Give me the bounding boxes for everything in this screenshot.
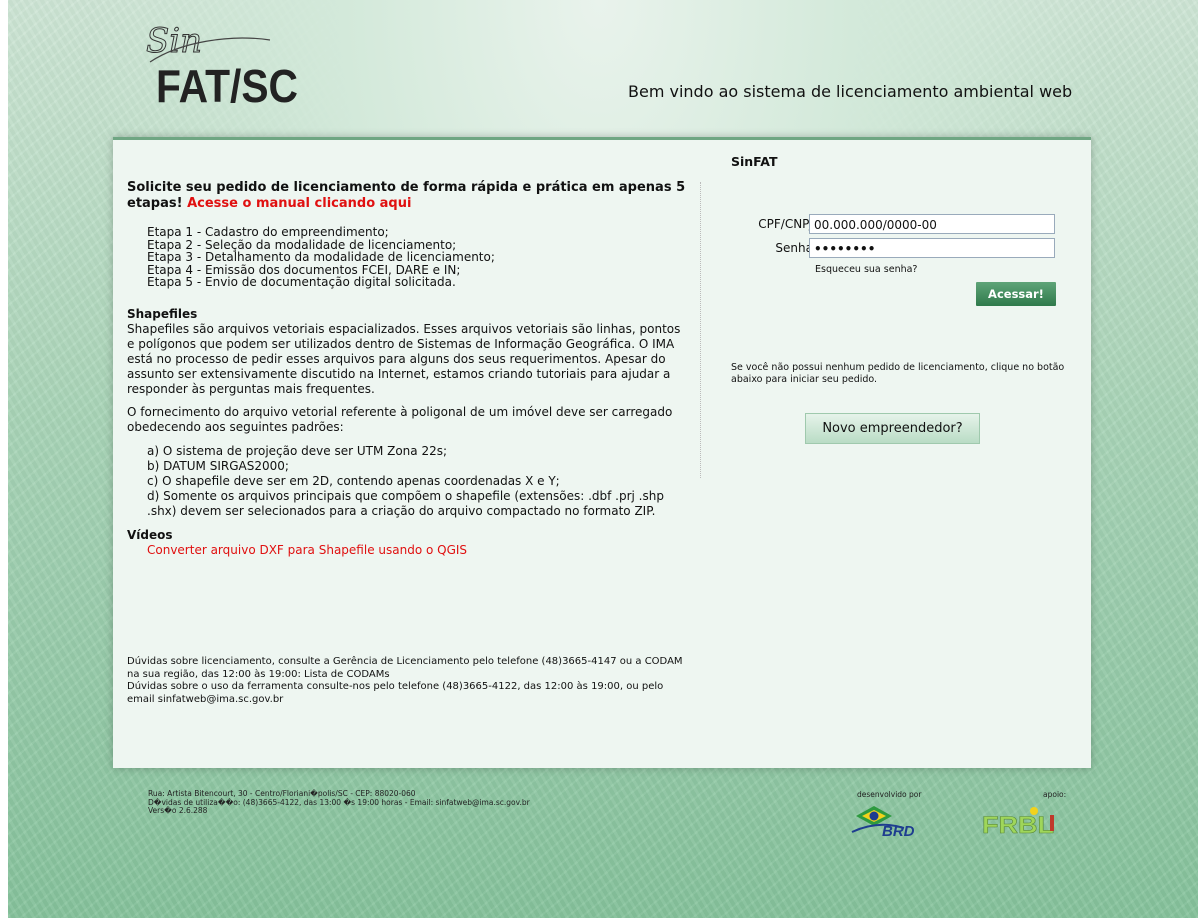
column-divider xyxy=(700,182,701,478)
new-entrepreneur-button[interactable]: Novo empreendedor? xyxy=(805,413,980,444)
intro-text: Solicite seu pedido de licenciamento de … xyxy=(127,180,687,212)
contact-info: Dúvidas sobre licenciamento, consulte a … xyxy=(127,656,687,706)
frbl-logo-text: FRBL xyxy=(982,812,1054,837)
rule-item: b) DATUM SIRGAS2000; xyxy=(147,458,289,473)
brd-logo-text: BRD xyxy=(882,823,915,840)
sinfat-logo: Sin FAT/SC xyxy=(146,22,299,107)
rule-item: d) Somente os arquivos principais que co… xyxy=(147,488,664,518)
contact-licensing: Dúvidas sobre licenciamento, consulte a … xyxy=(127,656,683,680)
window-edge xyxy=(0,0,8,918)
rule-item: a) O sistema de projeção deve ser UTM Zo… xyxy=(147,443,448,458)
developed-by-label: desenvolvido por xyxy=(857,790,922,799)
shapefiles-heading: Shapefiles xyxy=(127,306,198,321)
video-link[interactable]: Converter arquivo DXF para Shapefile usa… xyxy=(147,543,467,557)
shapefile-rules-list: a) O sistema de projeção deve ser UTM Zo… xyxy=(147,444,687,519)
login-button[interactable]: Acessar! xyxy=(976,282,1056,306)
support-label: apoio: xyxy=(1043,790,1067,799)
password-row: Senha: •••••••• xyxy=(731,238,1071,260)
brd-logo[interactable]: BRD xyxy=(848,802,928,842)
rule-item: c) O shapefile deve ser em 2D, contendo … xyxy=(147,473,560,488)
footer-info: Rua: Artista Bitencourt, 30 - Centro/Flo… xyxy=(148,789,530,816)
step-item: Etapa 1 - Cadastro do empreendimento; xyxy=(147,225,389,239)
login-title: SinFAT xyxy=(731,154,778,169)
logo-text: FAT/SC xyxy=(156,60,298,107)
frbl-logo[interactable]: FRBL xyxy=(982,805,1058,837)
contact-tool: Dúvidas sobre o uso da ferramenta consul… xyxy=(127,681,664,705)
new-user-message: Se você não possui nenhum pedido de lice… xyxy=(731,362,1065,385)
logo-script-text: Sin xyxy=(146,22,202,61)
manual-link[interactable]: Acesse o manual clicando aqui xyxy=(187,196,411,211)
videos-heading: Vídeos xyxy=(127,527,173,542)
shapefiles-requirements-paragraph: O fornecimento do arquivo vetorial refer… xyxy=(127,404,673,434)
footer-version: Vers�o 2.6.288 xyxy=(148,806,208,815)
login-column: SinFAT CPF/CNPJ: 00.000.000/0000-00 Senh… xyxy=(731,154,1071,444)
steps-list: Etapa 1 - Cadastro do empreendimento; Et… xyxy=(147,226,687,289)
main-panel: Solicite seu pedido de licenciamento de … xyxy=(113,137,1091,768)
shapefiles-paragraph: Shapefiles são arquivos vetoriais espaci… xyxy=(127,321,681,396)
password-input[interactable]: •••••••• xyxy=(809,238,1055,258)
welcome-text: Bem vindo ao sistema de licenciamento am… xyxy=(628,82,1073,101)
info-column: Solicite seu pedido de licenciamento de … xyxy=(127,180,687,558)
step-item: Etapa 3 - Detalhamento da modalidade de … xyxy=(147,250,495,264)
forgot-password-link[interactable]: Esqueceu sua senha? xyxy=(815,264,917,275)
step-item: Etapa 5 - Envio de documentação digital … xyxy=(147,275,456,289)
cpf-row: CPF/CNPJ: 00.000.000/0000-00 xyxy=(731,214,1071,236)
cpf-input[interactable]: 00.000.000/0000-00 xyxy=(809,214,1055,234)
